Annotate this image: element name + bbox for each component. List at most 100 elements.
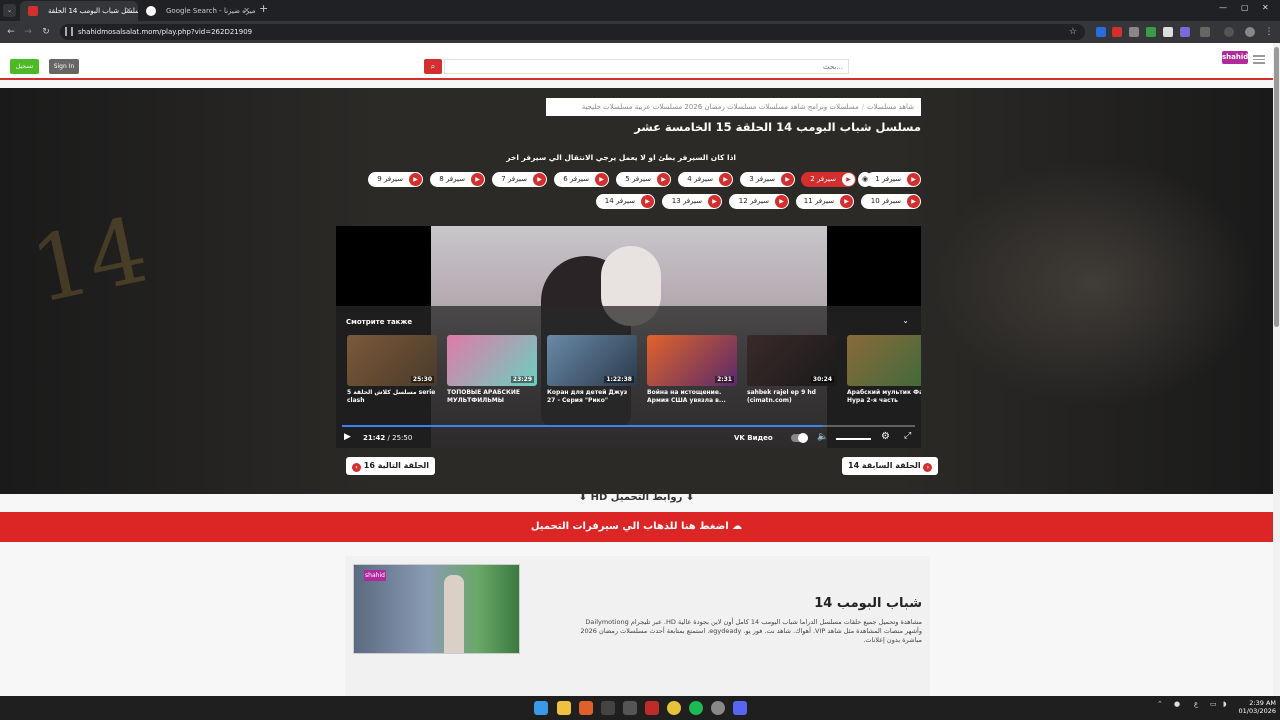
server-8-button[interactable]: سيرفر 8 ▶ <box>430 172 485 187</box>
prev-episode-button[interactable]: الحلقة السابقة 14 › <box>842 457 939 475</box>
profile-avatar-icon[interactable] <box>1224 27 1234 37</box>
extension-purple-icon[interactable] <box>1180 27 1190 37</box>
related-card[interactable]: 33 Арабский мультик Фаи и Нура 2-я часть <box>847 335 921 405</box>
extensions-puzzle-icon[interactable] <box>1200 27 1210 37</box>
related-card[interactable]: 2:31 Война на истощение. Армия США увязл… <box>647 335 737 405</box>
next-episode-button[interactable]: ‹ الحلقة التالية 16 <box>346 457 436 475</box>
server-14-button[interactable]: سيرفر 14 ▶ <box>596 194 655 209</box>
server-10-button[interactable]: سيرفر 10 ▶ <box>861 194 921 209</box>
server-5-button[interactable]: سيرفر 5 ▶ <box>616 172 671 187</box>
server-3-button[interactable]: سيرفر 3 ▶ <box>740 172 795 187</box>
profile-icon[interactable] <box>1245 27 1255 37</box>
tab-close-icon[interactable]: ✕ <box>243 1 250 21</box>
related-card[interactable]: 23:29 ТОПОВЫЕ АРАБСКИЕ МУЛЬТФИЛЬМЫ <box>447 335 537 405</box>
app-icon[interactable] <box>645 701 659 715</box>
server-7-button[interactable]: سيرفر 7 ▶ <box>492 172 547 187</box>
volume-slider[interactable] <box>836 438 871 440</box>
server-9-button[interactable]: سيرفر 9 ▶ <box>368 172 423 187</box>
tray-chevron-icon[interactable]: ⌃ <box>1157 700 1163 708</box>
page-scrollbar[interactable] <box>1273 43 1280 696</box>
close-window-icon[interactable]: ✕ <box>1262 3 1269 12</box>
os-taskbar: ⌃ ● ع ▭ ◗ 2:39 AM 01/03/2026 <box>0 696 1280 720</box>
reload-icon[interactable]: ↻ <box>39 25 53 39</box>
server-11-button[interactable]: سيرفر 11 ▶ <box>796 194 854 209</box>
card-caption: مسلسل كلاش الحلقة 5 serie clash <box>347 389 436 404</box>
autoplay-toggle[interactable] <box>791 433 808 443</box>
related-card[interactable]: 1:22:38 Коран для детей Джуз 27 - Серия … <box>547 335 637 405</box>
tab-shahid[interactable]: مسلسل شباب البومب 14 الحلقة ✕ <box>20 1 138 21</box>
background-calligraphy: 14 <box>22 197 157 325</box>
google-favicon-icon <box>146 6 156 16</box>
breadcrumb-categories[interactable]: مسلسلات وبرامج شاهد مسلسلات مسلسلات رمضا… <box>582 103 859 111</box>
scrollbar-thumb[interactable] <box>1274 47 1279 327</box>
system-clock[interactable]: 2:39 AM 01/03/2026 <box>1236 699 1276 715</box>
play-icon: ▶ <box>781 173 794 186</box>
server-6-button[interactable]: سيرفر 6 ▶ <box>554 172 609 187</box>
windows-start-icon[interactable] <box>534 701 548 715</box>
card-thumbnail: 23:29 <box>447 335 537 386</box>
server-13-button[interactable]: سيرفر 13 ▶ <box>662 194 722 209</box>
new-tab-icon[interactable]: + <box>259 2 268 15</box>
network-icon[interactable]: ▭ <box>1210 700 1217 708</box>
menu-hamburger-icon[interactable] <box>1253 55 1265 64</box>
vk-video-brand[interactable]: VK Видео <box>734 434 773 442</box>
volume-icon[interactable]: 🔈 <box>817 432 828 442</box>
address-bar-row: ← → ↻ shahidmosalsalat.mom/play.php?vid=… <box>0 21 1280 43</box>
video-progress-bar[interactable] <box>342 425 915 427</box>
related-card[interactable]: 25:30 مسلسل كلاش الحلقة 5 serie clash <box>347 335 437 405</box>
extension-block-icon[interactable] <box>1112 27 1122 37</box>
server-2-button[interactable]: ◉ سيرفر 2 ▶ <box>801 172 872 187</box>
chrome-icon[interactable] <box>667 701 681 715</box>
card-duration: 1:22:38 <box>604 376 634 383</box>
tab-google[interactable]: Google Search - الاميره ضيزنا ✕ <box>138 1 256 21</box>
app-icon[interactable] <box>601 701 615 715</box>
download-links-label: ⬇ روابط التحميل HD ⬇ <box>578 492 695 503</box>
tab-search-icon[interactable]: ⌄ <box>3 4 16 17</box>
server-4-button[interactable]: سيرفر 4 ▶ <box>678 172 733 187</box>
clock-date: 01/03/2026 <box>1238 707 1276 715</box>
site-info-icon[interactable] <box>65 27 73 36</box>
play-icon[interactable]: ▶ <box>344 432 351 442</box>
play-icon: ▶ <box>657 173 670 186</box>
chevron-down-icon[interactable]: ⌄ <box>902 316 909 325</box>
series-poster[interactable]: shahid <box>353 564 520 654</box>
extension-grid-icon[interactable] <box>1129 27 1139 37</box>
minimize-icon[interactable]: — <box>1219 3 1227 12</box>
back-icon[interactable]: ← <box>4 25 18 39</box>
eye-icon: ◉ <box>858 172 872 187</box>
settings-gear-icon[interactable]: ⚙ <box>881 431 890 442</box>
download-servers-button[interactable]: ☁ اضغط هنا للذهاب الي سيرفرات التحميل <box>0 512 1273 542</box>
microphone-icon[interactable]: ● <box>1174 700 1180 708</box>
forward-icon[interactable]: → <box>21 25 35 39</box>
signin-button[interactable]: Sign In <box>49 59 79 74</box>
extension-shield-icon[interactable] <box>1096 27 1106 37</box>
brave-browser-icon[interactable] <box>579 701 593 715</box>
breadcrumb-home[interactable]: شاهد مسلسلات <box>867 103 914 111</box>
app-icon[interactable] <box>623 701 637 715</box>
related-card[interactable]: 30:24 sahbek rajel ep 9 hd (cimatn.com) <box>747 335 837 405</box>
video-player[interactable]: Смотрите также ⌄ 25:30 مسلسل كلاش الحلقة… <box>336 226 921 448</box>
register-button[interactable]: تسجيل <box>10 59 39 74</box>
server-12-button[interactable]: سيرفر 12 ▶ <box>729 194 789 209</box>
file-explorer-icon[interactable] <box>557 701 571 715</box>
chrome-profile-icon[interactable] <box>711 701 725 715</box>
menu-dots-icon[interactable]: ⋮ <box>1262 25 1276 39</box>
fullscreen-icon[interactable]: ⤢ <box>904 431 911 441</box>
tab-close-icon[interactable]: ✕ <box>125 1 132 21</box>
background-gradient <box>930 158 1260 408</box>
maximize-icon[interactable]: ▢ <box>1241 3 1249 12</box>
extension-green-icon[interactable] <box>1146 27 1156 37</box>
play-icon: ▶ <box>907 173 920 186</box>
spotify-icon[interactable] <box>689 701 703 715</box>
url-input[interactable]: shahidmosalsalat.mom/play.php?vid=262D21… <box>60 24 1085 40</box>
language-indicator[interactable]: ع <box>1194 700 1198 708</box>
search-input[interactable] <box>444 59 849 74</box>
search-button[interactable]: ⌕ <box>424 59 442 74</box>
extension-diamond-icon[interactable] <box>1163 27 1173 37</box>
site-logo[interactable]: shahid <box>1222 51 1248 64</box>
bookmark-star-icon[interactable]: ☆ <box>1069 24 1077 40</box>
card-thumbnail: 33 <box>847 335 921 386</box>
volume-tray-icon[interactable]: ◗ <box>1223 700 1227 708</box>
discord-icon[interactable] <box>733 701 747 715</box>
server-1-button[interactable]: سيرفر 1 ▶ <box>866 172 921 187</box>
